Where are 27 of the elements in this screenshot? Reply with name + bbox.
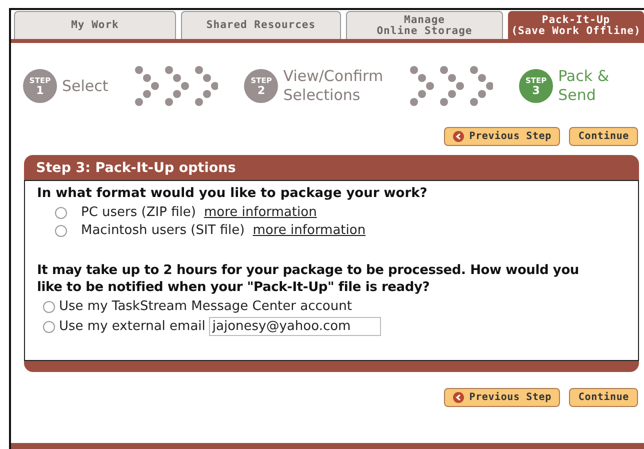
chevron-dots-icon [409, 66, 494, 106]
panel-title: Step 3: Pack-It-Up options [35, 159, 237, 178]
option-label: PC users (ZIP file) [81, 205, 196, 220]
step-label: View/Confirm Selections [283, 67, 384, 105]
nav-tab[interactable]: Manage Online Storage [346, 11, 503, 39]
radio-button[interactable] [55, 206, 67, 218]
option-label: Macintosh users (SIT file) [81, 223, 245, 238]
option-label: Use my TaskStream Message Center account [59, 299, 352, 314]
question-text: In what format would you like to package your work? [37, 185, 428, 202]
radio-button[interactable] [43, 320, 55, 332]
more-information-link[interactable]: more information [252, 223, 366, 238]
continue-button[interactable]: Continue [569, 388, 638, 407]
more-information-link[interactable]: more information [204, 205, 317, 220]
step-label: Select [62, 76, 108, 96]
email-field[interactable]: jajonesy@yahoo.com [209, 317, 382, 336]
nav-tab[interactable]: My Work [14, 11, 176, 39]
continue-button[interactable]: Continue [569, 127, 638, 146]
nav-tab[interactable]: Pack-It-Up (Save Work Offline) [508, 11, 644, 39]
radio-button[interactable] [55, 224, 67, 236]
chevron-dots-icon [134, 66, 218, 106]
step-label: Pack & Send [558, 67, 610, 105]
previous-step-button[interactable]: Previous Step [444, 127, 560, 146]
option-label: Use my external email [59, 319, 206, 334]
question-text: It may take up to 2 hours for your package to be processed. How would you like to be notified when your "Pack-It-Up" file is ready? [37, 262, 580, 296]
nav-tab[interactable]: Shared Resources [181, 11, 341, 39]
radio-button[interactable] [43, 300, 55, 312]
previous-step-button[interactable]: Previous Step [444, 388, 560, 407]
